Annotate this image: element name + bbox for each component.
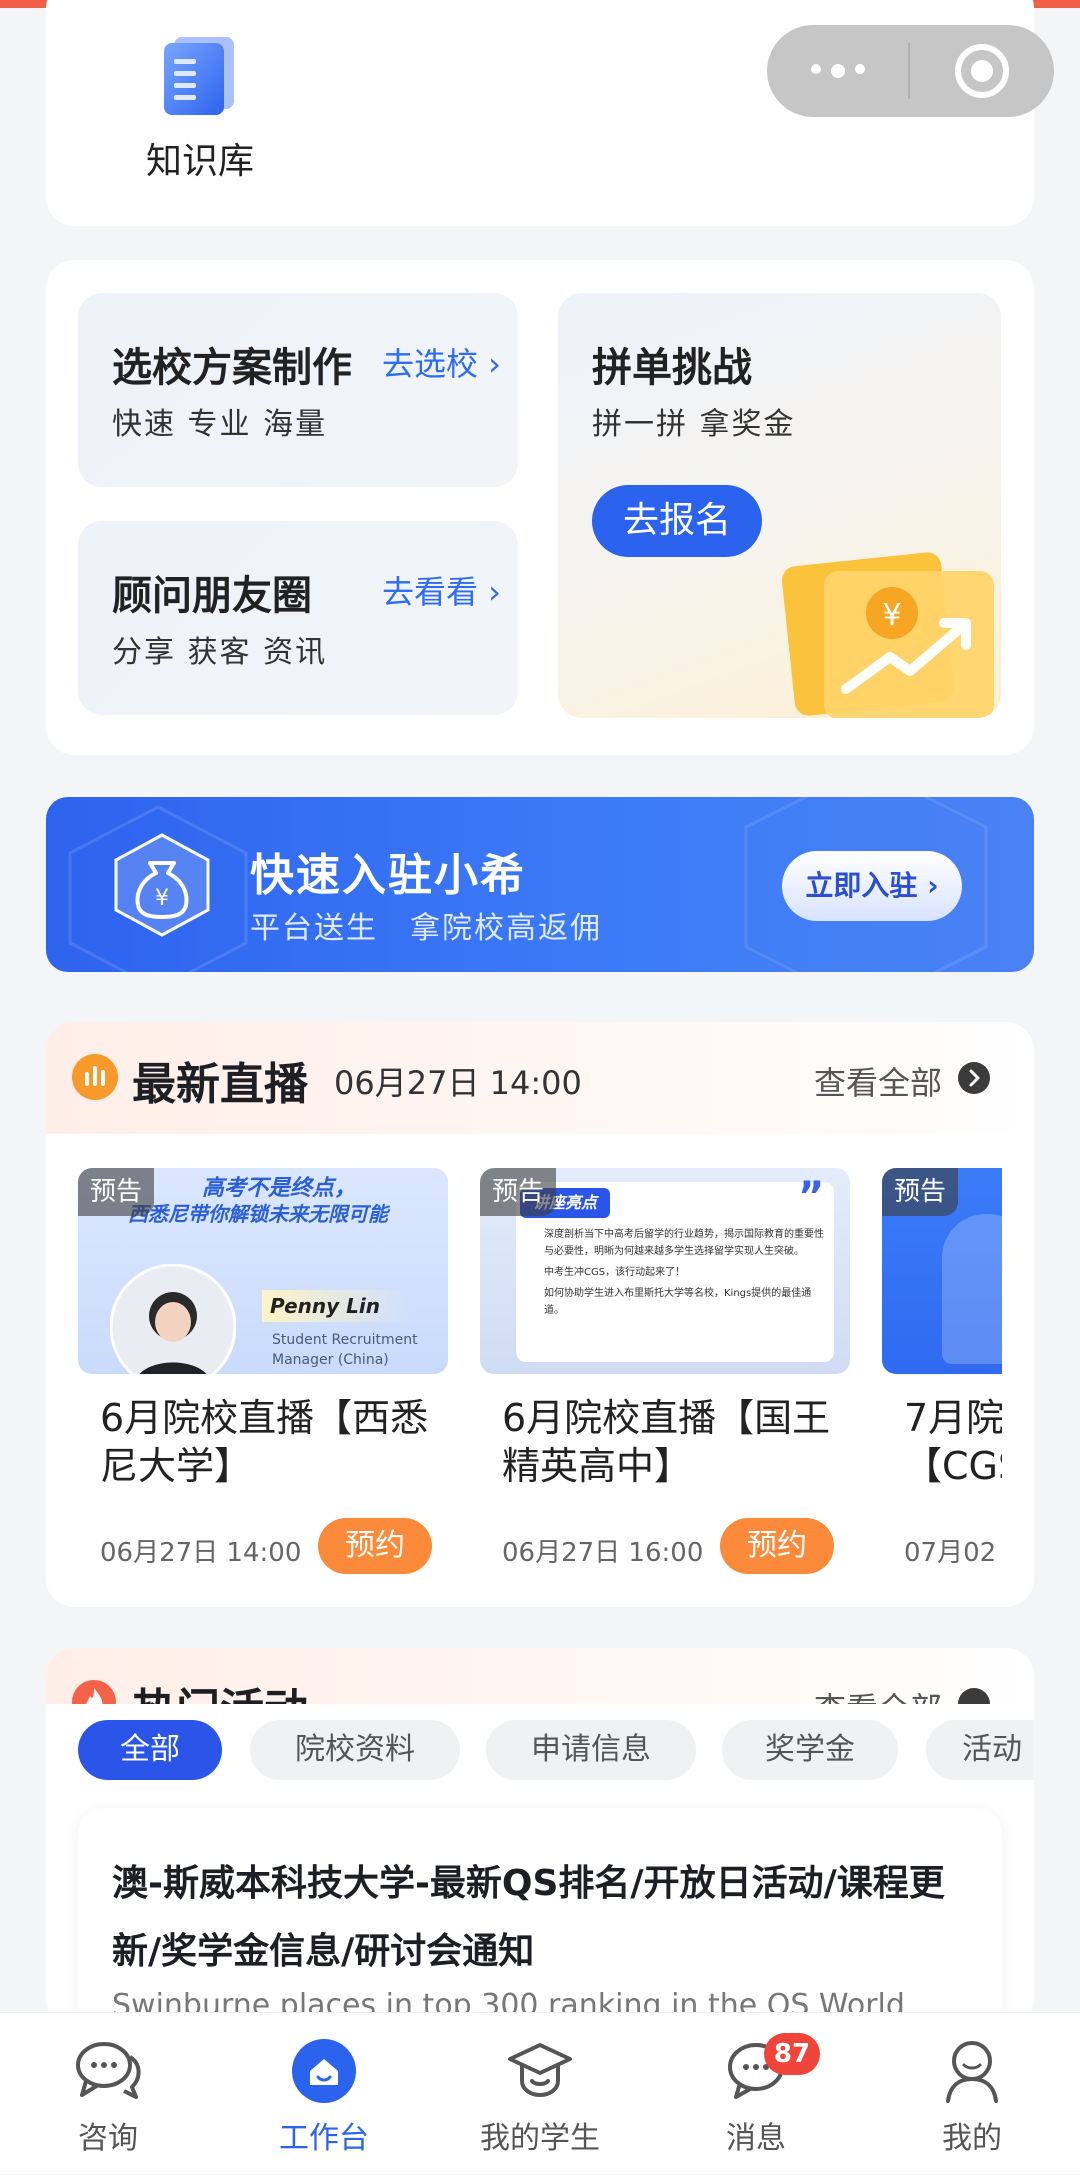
live-datetime: 06月27日 14:00 [334,1064,582,1102]
join-banner[interactable]: ¥ 快速入驻小希 平台送生 拿院校高返佣 立即入驻 › [46,797,1034,972]
thumbnail-point: 如何协助学生进入布里斯托大学等名校，Kings提供的最佳通道。 [544,1288,812,1316]
live-card-title: 7月院校直播【CGS [904,1396,1002,1488]
presenter-photo [110,1264,236,1374]
nav-label: 消息 [726,2121,786,2156]
workbench-icon [292,2039,356,2103]
tab-all[interactable]: 全部 [78,1720,222,1780]
school-plan-service[interactable]: 选校方案制作 去选校 › 快速 专业 海量 [78,293,518,487]
go-select-school-link[interactable]: 去选校 › [382,339,501,385]
live-card-time: 06月27日 16:00 [502,1538,704,1568]
svg-text:¥: ¥ [155,886,169,911]
thumbnail-shape [942,1214,1002,1364]
bottom-navigation: 咨询 工作台 我的学生 87 消息 我的 [0,2012,1080,2174]
school-plan-title: 选校方案制作 [112,345,352,391]
nav-workbench[interactable]: 工作台 [216,2013,432,2175]
nav-label: 工作台 [279,2121,369,2156]
reserve-button[interactable]: 预约 [720,1518,834,1574]
close-miniprogram-button[interactable] [910,44,1054,98]
thumbnail-point: 深度剖析当下中高考后留学的行业趋势，揭示国际教育的重要性与必要性，明晰为何越来越… [544,1229,824,1257]
hot-section-title: 热门活动 [132,1674,308,1704]
banner-title: 快速入驻小希 [250,850,526,901]
tab-scholarship[interactable]: 奖学金 [722,1720,898,1780]
article-card[interactable]: 澳-斯威本科技大学-最新QS排名/开放日活动/课程更新/奖学金信息/研讨会通知 … [78,1808,1002,2023]
live-card-title: 6月院校直播【西悉尼大学】 [100,1396,429,1488]
nav-messages[interactable]: 87 消息 [648,2013,864,2175]
presenter-role: Student Recruitment [272,1332,418,1348]
nav-label: 我的 [942,2121,1002,2156]
thumbnail-headline: 西悉尼带你解锁未来无限可能 [128,1202,388,1226]
group-challenge-subtitle: 拼一拼 拿奖金 [592,407,796,442]
live-thumbnail: 预告 [882,1168,1002,1374]
group-challenge-service[interactable]: 拼单挑战 拼一拼 拿奖金 去报名 ¥ [558,293,1001,718]
nav-consult[interactable]: 咨询 [0,2013,216,2175]
preview-tag: 预告 [78,1168,154,1216]
miniprogram-capsule [767,25,1054,117]
live-see-all-link[interactable]: 查看全部 [814,1058,942,1104]
live-thumbnail: 高考不是终点， 西悉尼带你解锁未来无限可能 Penny Lin Student … [78,1168,448,1374]
money-bag-icon: ¥ [114,833,210,937]
hot-section-header: 热门活动 查看全部 [46,1648,1034,1704]
school-plan-subtitle: 快速 专业 海量 [112,407,328,442]
live-card-time: 06月27日 14:00 [100,1538,302,1568]
arrow-right-circle-icon[interactable] [958,1062,990,1094]
book-icon [164,37,234,115]
more-icon[interactable] [767,64,908,78]
preview-tag: 预告 [480,1168,556,1216]
hot-see-all-link[interactable]: 查看全部 [814,1684,942,1704]
quote-icon: ” [798,1174,825,1220]
arrow-right-circle-icon[interactable] [958,1688,990,1704]
presenter-role: Manager (China) [272,1352,389,1368]
join-now-button[interactable]: 立即入驻 › [782,851,962,921]
live-thumbnail: 讲座亮点 ” 深度剖析当下中高考后留学的行业趋势，揭示国际教育的重要性与必要性，… [480,1168,850,1374]
go-view-link[interactable]: 去看看 › [382,567,501,613]
group-challenge-title: 拼单挑战 [592,345,752,391]
fire-icon [72,1680,116,1704]
moments-service[interactable]: 顾问朋友圈 去看看 › 分享 获客 资讯 [78,521,518,715]
live-icon [72,1054,118,1100]
svg-text:¥: ¥ [882,598,901,633]
live-card-time: 07月02日 [904,1538,997,1568]
live-time-clip: 07月02日 [882,1520,1002,1570]
moments-title: 顾问朋友圈 [112,573,312,619]
target-icon [955,44,1009,98]
user-icon [946,2041,998,2103]
knowledge-base-label: 知识库 [145,141,254,182]
unread-badge: 87 [764,2033,820,2075]
nav-my-students[interactable]: 我的学生 [432,2013,648,2175]
reserve-button[interactable]: 预约 [318,1518,432,1574]
nav-me[interactable]: 我的 [864,2013,1080,2175]
graduation-cap-icon [508,2043,572,2098]
chat-icon [76,2042,141,2099]
tab-application-info[interactable]: 申请信息 [486,1720,696,1780]
presenter-name: Penny Lin [262,1290,412,1322]
sign-up-button[interactable]: 去报名 [592,485,762,557]
activity-filter-tabs: 全部 院校资料 申请信息 奖学金 活动 [46,1704,1034,1798]
article-title: 澳-斯威本科技大学-最新QS排名/开放日活动/课程更新/奖学金信息/研讨会通知 [112,1863,945,1972]
nav-label: 咨询 [78,2121,138,2156]
thumbnail-point: 中考生冲CGS，该行动起来了！ [544,1267,686,1278]
tab-school-materials[interactable]: 院校资料 [250,1720,460,1780]
preview-tag: 预告 [882,1168,958,1216]
thumbnail-points: 深度剖析当下中高考后留学的行业趋势，揭示国际教育的重要性与必要性，明晰为何越来越… [544,1226,824,1319]
moments-subtitle: 分享 获客 资讯 [112,635,328,670]
live-card-title: 6月院校直播【国王精英高中】 [502,1396,831,1488]
growth-coin-icon: ¥ [781,552,994,718]
live-section-title: 最新直播 [132,1059,308,1110]
tab-activities[interactable]: 活动 [926,1720,1034,1780]
nav-label: 我的学生 [480,2121,600,2156]
banner-subtitle: 平台送生 拿院校高返佣 [250,911,602,946]
